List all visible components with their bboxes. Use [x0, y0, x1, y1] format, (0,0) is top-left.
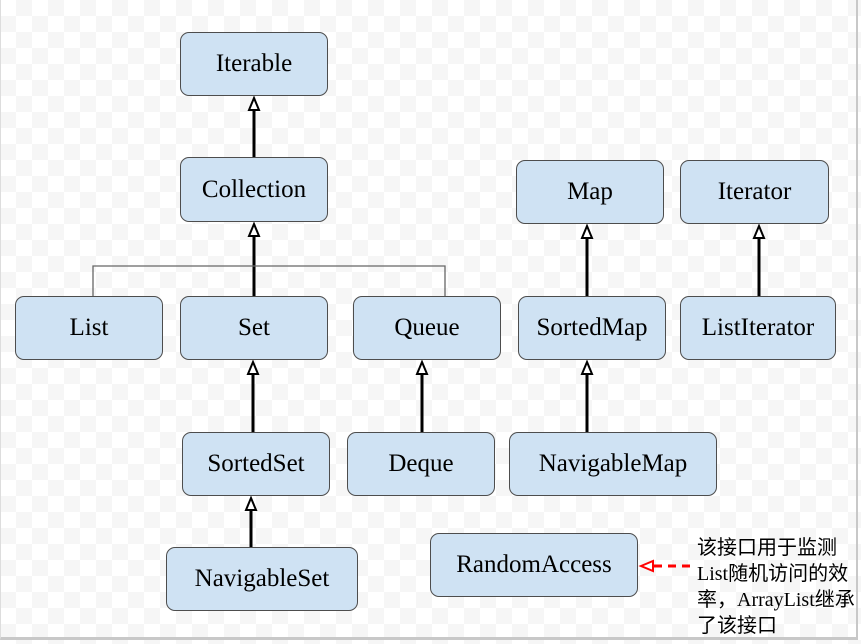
node-map[interactable]: Map: [516, 160, 664, 224]
node-iterable[interactable]: Iterable: [180, 32, 328, 96]
node-label: Iterator: [717, 178, 792, 205]
node-label: SortedMap: [536, 314, 648, 341]
node-label: NavigableSet: [194, 565, 330, 592]
node-navigableset[interactable]: NavigableSet: [166, 547, 358, 611]
node-label: Set: [238, 314, 270, 341]
node-queue[interactable]: Queue: [353, 296, 501, 360]
bracket-list-queue: [92, 265, 446, 296]
node-label: Map: [567, 178, 613, 205]
arrowhead: [752, 223, 766, 239]
arrowhead: [246, 359, 260, 375]
node-label: NavigableMap: [538, 450, 688, 477]
arrowhead: [580, 223, 594, 239]
arrowhead: [244, 495, 258, 511]
node-randomaccess[interactable]: RandomAccess: [430, 533, 638, 597]
node-navigablemap[interactable]: NavigableMap: [509, 432, 717, 496]
arrowhead: [247, 95, 261, 111]
node-iterator[interactable]: Iterator: [680, 160, 829, 224]
node-label: Queue: [394, 314, 460, 341]
node-label: SortedSet: [207, 450, 305, 477]
node-collection[interactable]: Collection: [180, 157, 328, 222]
node-sortedmap[interactable]: SortedMap: [518, 296, 666, 360]
arrowhead: [580, 359, 594, 375]
node-sortedset[interactable]: SortedSet: [182, 432, 330, 496]
node-deque[interactable]: Deque: [347, 432, 495, 496]
node-label: Deque: [388, 450, 454, 477]
node-label: RandomAccess: [456, 551, 612, 578]
note-randomaccess: 该接口用于监测List随机访问的效率，ArrayList继承了该接口: [697, 537, 855, 637]
arrowhead: [415, 359, 429, 375]
node-label: ListIterator: [701, 314, 815, 341]
arrowhead-red: [638, 559, 654, 573]
node-label: Iterable: [215, 50, 293, 77]
node-set[interactable]: Set: [180, 296, 328, 360]
node-listiterator[interactable]: ListIterator: [680, 296, 836, 360]
node-label: List: [69, 314, 109, 341]
node-list[interactable]: List: [15, 296, 163, 360]
node-label: Collection: [201, 175, 307, 203]
arrowhead: [247, 221, 261, 237]
